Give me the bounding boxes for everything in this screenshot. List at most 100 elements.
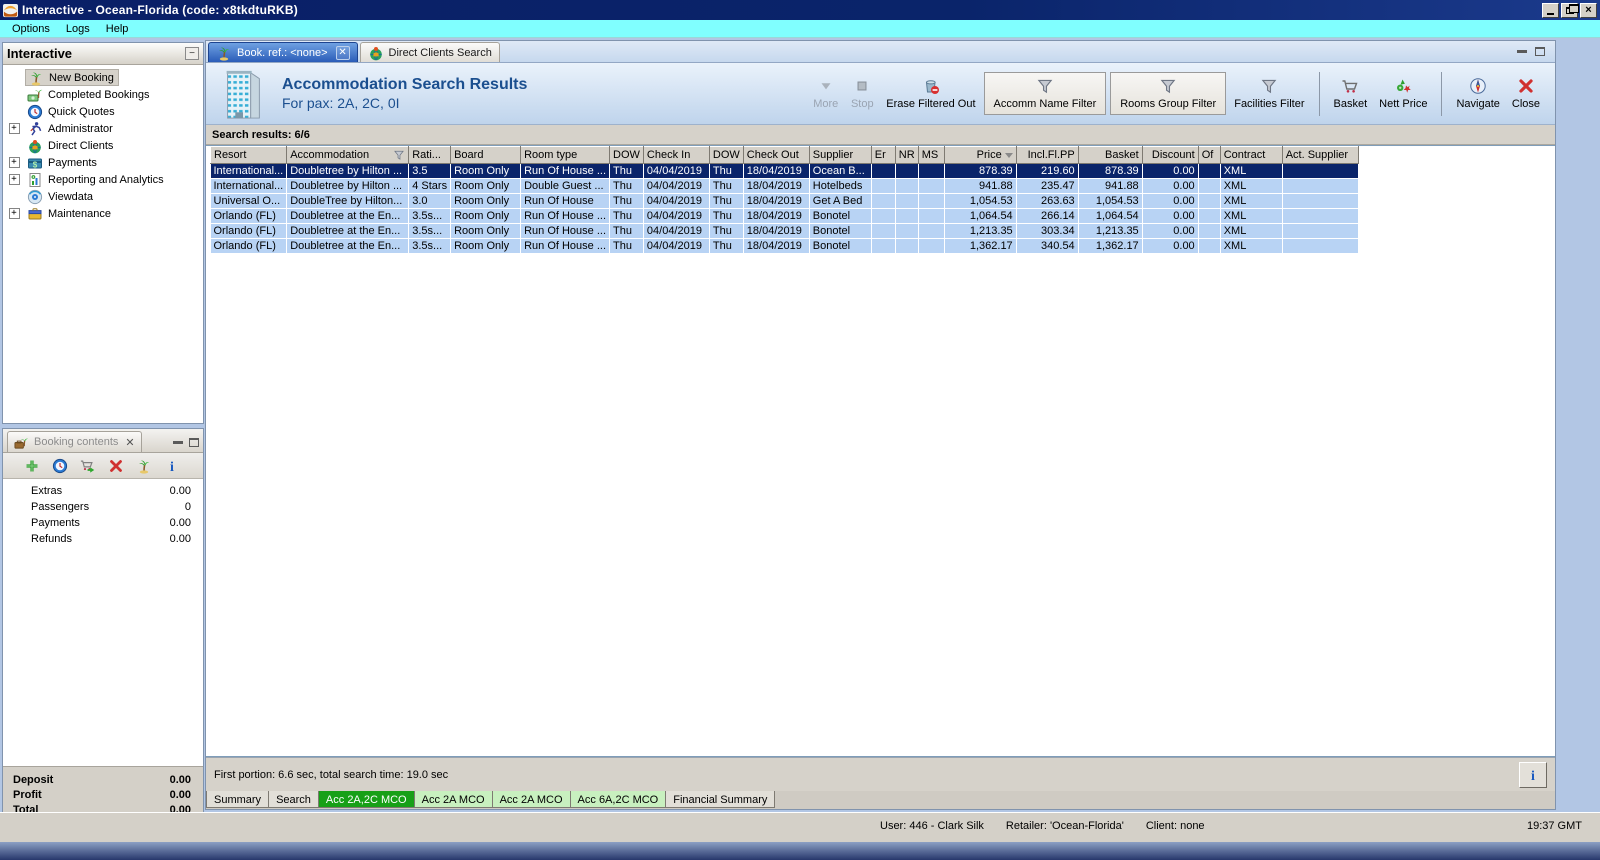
result-row[interactable]: Orlando (FL) Doubletree at the En... 3.5s.… (210, 208, 1359, 224)
column-header-rati[interactable]: Rati... (408, 146, 452, 164)
close-button[interactable]: Close (1507, 74, 1545, 113)
sidebar-item-completed-bookings[interactable]: Completed Bookings (3, 86, 203, 103)
svg-text:$: $ (33, 160, 38, 169)
booking-total-label: Deposit (13, 773, 54, 786)
booking-row-label: Refunds (31, 533, 72, 545)
column-header-discount[interactable]: Discount (1141, 146, 1199, 164)
sidebar-item-maintenance[interactable]: + Maintenance (3, 205, 203, 222)
expand-toggle-icon[interactable]: + (8, 174, 20, 185)
bottom-tab-acc-2a-2c-mco-2[interactable]: Acc 2A,2C MCO (317, 791, 415, 808)
bottom-tab-acc-2a-mco-4[interactable]: Acc 2A MCO (491, 791, 570, 808)
column-header-check-in[interactable]: Check In (642, 146, 710, 164)
result-cell: Orlando (FL) (210, 238, 288, 254)
nett-price-button[interactable]: Nett Price (1374, 74, 1432, 113)
result-cell (1198, 163, 1221, 179)
add-icon[interactable] (24, 458, 40, 474)
facilities-filter-button[interactable]: Facilities Filter (1229, 74, 1309, 113)
result-cell (1198, 208, 1221, 224)
result-row[interactable]: Universal O... DoubleTree by Hilton... 3.0… (210, 193, 1359, 209)
info-button[interactable]: i (1519, 761, 1547, 788)
booking-total-value: 0.00 (169, 788, 191, 801)
sidebar-item-administrator[interactable]: + Administrator (3, 120, 203, 137)
bottom-tab-financial-summary-6[interactable]: Financial Summary (665, 791, 776, 808)
palm-tree-icon[interactable] (136, 458, 152, 474)
quick-quote-icon[interactable] (52, 458, 68, 474)
erase-filtered-out-button[interactable]: Erase Filtered Out (881, 74, 980, 113)
result-row[interactable]: International... Doubletree by Hilton ...… (210, 178, 1359, 194)
result-cell: Doubletree by Hilton ... (286, 163, 410, 179)
cart-add-icon[interactable] (80, 458, 96, 474)
nett-price-icon (1394, 77, 1412, 95)
sidebar-item-payments[interactable]: + $ Payments (3, 154, 203, 171)
result-cell: Double Guest ... (520, 178, 611, 194)
bottom-tab-search-1[interactable]: Search (268, 791, 318, 808)
result-row[interactable]: Orlando (FL) Doubletree at the En... 3.5s.… (210, 223, 1359, 239)
booking-panel-minimize-icon[interactable] (173, 441, 183, 444)
toolbar-separator (1441, 71, 1443, 116)
info-icon[interactable]: i (164, 458, 180, 474)
sidebar-item-label: Viewdata (48, 190, 94, 203)
menu-item-help[interactable]: Help (98, 22, 137, 36)
bottom-tab-acc-2a-mco-3[interactable]: Acc 2A MCO (414, 791, 492, 808)
status-user: User: 446 - Clark Silk (880, 820, 984, 832)
column-header-contract[interactable]: Contract (1219, 146, 1283, 164)
funnel-icon (1036, 77, 1054, 95)
column-header-act-supplier[interactable]: Act. Supplier (1281, 146, 1359, 164)
sidebar-item-quick-quotes[interactable]: Quick Quotes (3, 103, 203, 120)
column-header-incl-fl-pp[interactable]: Incl.Fl.PP (1015, 146, 1079, 164)
column-header-accommodation[interactable]: Accommodation (286, 146, 410, 164)
result-row[interactable]: Orlando (FL) Doubletree at the En... 3.5s.… (210, 238, 1359, 254)
result-cell: 263.63 (1016, 193, 1079, 209)
basket-button[interactable]: Basket (1329, 74, 1373, 113)
panel-minimize-icon[interactable] (1517, 50, 1527, 53)
column-header-basket[interactable]: Basket (1077, 146, 1143, 164)
panel-maximize-icon[interactable] (1535, 47, 1545, 56)
close-window-button[interactable]: × (1580, 2, 1597, 18)
minimize-button[interactable] (1542, 2, 1559, 18)
result-cell: Doubletree by Hilton ... (286, 178, 410, 194)
result-row[interactable]: International... Doubletree by Hilton ...… (210, 163, 1359, 179)
menu-item-logs[interactable]: Logs (58, 22, 98, 36)
restore-button[interactable] (1561, 2, 1579, 18)
result-cell: 0.00 (1142, 238, 1199, 254)
column-header-dow[interactable]: DOW (708, 146, 744, 164)
rooms-group-filter-button[interactable]: Rooms Group Filter (1110, 72, 1227, 115)
funnel-icon (1159, 77, 1177, 95)
expand-toggle-icon[interactable]: + (8, 123, 20, 134)
booking-contents-close-icon[interactable]: ✕ (125, 436, 134, 449)
column-header-price[interactable]: Price (943, 146, 1017, 164)
column-header-supplier[interactable]: Supplier (808, 146, 872, 164)
column-header-nr[interactable]: NR (894, 146, 919, 164)
booking-panel-maximize-icon[interactable] (189, 438, 199, 447)
results-toolbar: More Stop Erase Filtered Out Accomm Name Fi… (808, 71, 1545, 116)
column-header-dow[interactable]: DOW (609, 146, 644, 164)
tab-book-ref-none[interactable]: Book. ref.: <none> ✕ (208, 42, 358, 62)
sidebar-item-viewdata[interactable]: Viewdata (3, 188, 203, 205)
tab-direct-clients-search[interactable]: Direct Clients Search (359, 42, 500, 62)
result-cell: Thu (709, 223, 744, 239)
column-header-er[interactable]: Er (870, 146, 896, 164)
navigate-button[interactable]: Navigate (1451, 74, 1504, 113)
accomm-name-filter-button[interactable]: Accomm Name Filter (983, 72, 1107, 115)
sidebar-collapse-icon[interactable]: − (185, 47, 199, 60)
booking-contents-tab[interactable]: Booking contents ✕ (7, 431, 142, 452)
column-header-room-type[interactable]: Room type (520, 146, 611, 164)
tab-close-icon[interactable]: ✕ (335, 45, 350, 60)
bottom-tab-acc-6a-2c-mco-5[interactable]: Acc 6A,2C MCO (569, 791, 666, 808)
column-header-of[interactable]: Of (1197, 146, 1221, 164)
column-header-ms[interactable]: MS (917, 146, 945, 164)
sidebar-item-new-booking[interactable]: New Booking (3, 69, 203, 86)
sidebar-item-direct-clients[interactable]: Direct Clients (3, 137, 203, 154)
delete-icon[interactable] (108, 458, 124, 474)
bottom-tab-summary-0[interactable]: Summary (206, 791, 269, 808)
result-cell: 1,362.17 (1078, 238, 1143, 254)
expand-toggle-icon[interactable]: + (8, 157, 20, 168)
column-header-label: Supplier (812, 149, 854, 161)
sidebar-item-reporting-and-analytics[interactable]: + Reporting and Analytics (3, 171, 203, 188)
column-header-check-out[interactable]: Check Out (742, 146, 810, 164)
column-header-resort[interactable]: Resort (209, 146, 288, 164)
result-cell: Doubletree at the En... (286, 223, 410, 239)
menu-item-options[interactable]: Options (4, 22, 58, 36)
column-header-board[interactable]: Board (450, 146, 522, 164)
expand-toggle-icon[interactable]: + (8, 208, 20, 219)
